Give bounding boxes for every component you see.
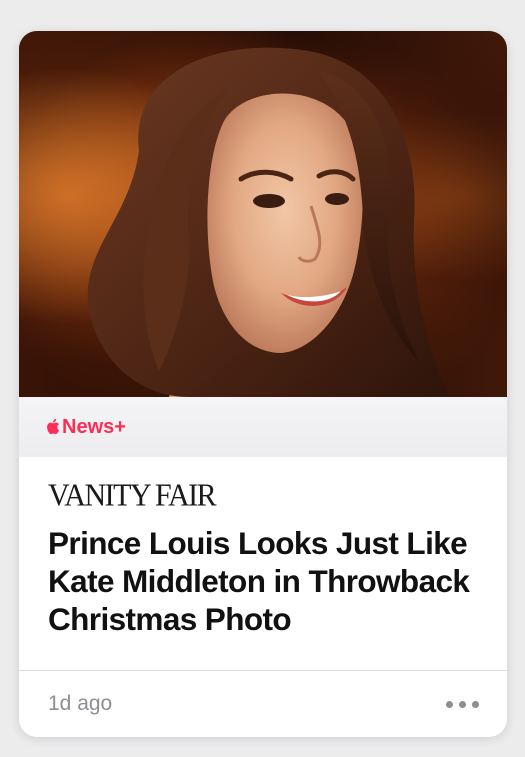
article-hero-image[interactable] xyxy=(19,31,507,397)
publication-logo: VANITY FAIR xyxy=(48,478,217,513)
news-plus-label-bar: News+ xyxy=(19,397,507,457)
apple-logo-icon xyxy=(47,418,59,434)
news-article-card[interactable]: News+ VANITY FAIR Prince Louis Looks Jus… xyxy=(19,31,507,737)
article-footer: 1d ago xyxy=(19,671,507,737)
hero-photo-illustration xyxy=(19,31,507,397)
news-plus-label: News+ xyxy=(62,415,126,438)
article-headline[interactable]: Prince Louis Looks Just Like Kate Middle… xyxy=(48,524,488,638)
more-options-button[interactable] xyxy=(446,695,479,714)
ellipsis-icon xyxy=(446,700,453,708)
article-timestamp: 1d ago xyxy=(48,692,113,715)
